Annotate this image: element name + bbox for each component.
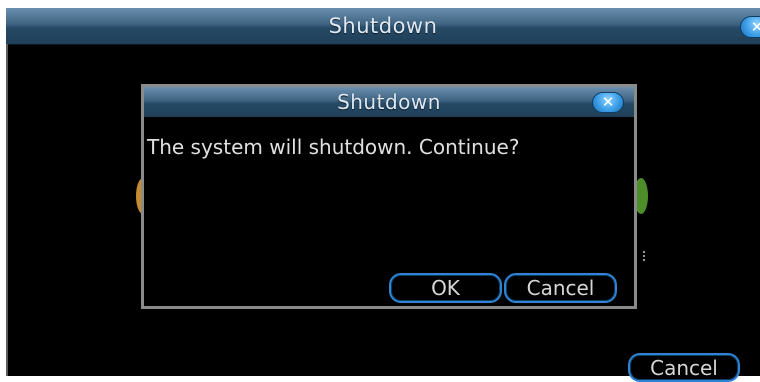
dialog-close-button[interactable]: ✕ (592, 92, 624, 113)
ok-button[interactable]: OK (389, 273, 502, 303)
window-titlebar: Shutdown ✕ (6, 8, 760, 45)
close-icon: ✕ (750, 17, 760, 36)
dialog-title: Shutdown (337, 90, 441, 114)
dialog-message: The system will shutdown. Continue? (147, 135, 520, 159)
shutdown-confirm-dialog: Shutdown ✕ The system will shutdown. Con… (141, 84, 637, 309)
dialog-titlebar: Shutdown ✕ (144, 87, 634, 117)
window-cancel-button[interactable]: Cancel (628, 353, 740, 382)
window-close-button[interactable]: ✕ (740, 16, 760, 38)
cancel-button[interactable]: Cancel (504, 273, 617, 303)
close-icon: ✕ (601, 93, 615, 111)
window-title: Shutdown (328, 14, 438, 38)
background-divider-mark (643, 251, 648, 261)
window-left-border (6, 44, 8, 376)
